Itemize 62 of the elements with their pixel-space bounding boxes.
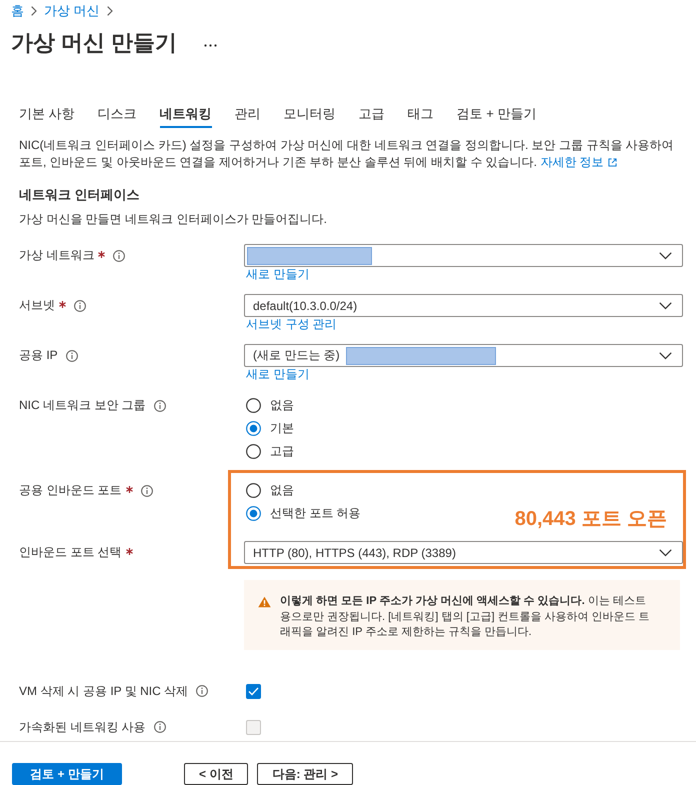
breadcrumb-link[interactable]: 가상 머신 <box>44 3 100 19</box>
intro-text: NIC(네트워크 인터페이스 카드) 설정을 구성하여 가상 머신에 대한 네트워크 연결을 정의합니다. 보안 그룹 규칙을 사용하여 포트, 인바운드 및 아웃바운드 연결을 제어하거나 기존 부하 분산 솔루션 뒤에 배치할 수 있습니다. 자세한 정보 <box>19 137 675 171</box>
radio-icon[interactable] <box>246 506 261 521</box>
info-icon[interactable] <box>196 685 208 697</box>
info-icon[interactable] <box>154 400 166 412</box>
radio-option[interactable]: 선택한 포트 허용 <box>246 502 361 525</box>
checkmark-icon <box>248 686 259 696</box>
field-label: 인바운드 포트 선택 <box>19 544 122 561</box>
info-icon[interactable] <box>74 300 86 312</box>
radio-icon[interactable] <box>246 398 261 413</box>
tab[interactable]: 기본 사항 <box>19 105 75 128</box>
radio-icon[interactable] <box>246 421 261 436</box>
radio-option[interactable]: 기본 <box>246 417 294 440</box>
external-link-icon <box>608 158 617 167</box>
tab[interactable]: 모니터링 <box>284 105 336 128</box>
footer-button[interactable]: < 이전 <box>184 763 248 785</box>
field-link[interactable]: 서브넷 구성 관리 <box>246 317 337 332</box>
field-link[interactable]: 새로 만들기 <box>246 367 310 382</box>
tab[interactable]: 관리 <box>234 105 261 128</box>
field-label: NIC 네트워크 보안 그룹 <box>19 397 146 414</box>
tab[interactable]: 태그 <box>408 105 434 128</box>
radio-icon[interactable] <box>246 483 261 498</box>
radio-option[interactable]: 고급 <box>246 440 294 463</box>
tab[interactable]: 네트워킹 <box>160 105 212 128</box>
radio-option[interactable]: 없음 <box>246 479 294 502</box>
radio-icon[interactable] <box>246 444 261 459</box>
chevron-right-icon <box>31 6 37 16</box>
info-icon[interactable] <box>66 350 78 362</box>
field-label: 공용 인바운드 포트 <box>19 482 122 499</box>
chevron-down-icon <box>659 302 672 310</box>
footer-button[interactable]: 검토 + 만들기 <box>12 763 122 785</box>
dropdown[interactable]: (새로 만드는 중) <box>244 344 683 367</box>
learn-more-link[interactable]: 자세한 정보 <box>540 155 617 169</box>
field-label: 가상 네트워크 <box>19 247 94 264</box>
chevron-down-icon <box>659 548 672 556</box>
more-icon[interactable] <box>204 44 218 46</box>
chevron-right-icon <box>106 6 113 16</box>
info-icon[interactable] <box>113 250 126 262</box>
field-label: 가속화된 네트워킹 사용 <box>19 718 146 736</box>
breadcrumb-link[interactable]: 홈 <box>11 3 24 19</box>
dropdown[interactable] <box>244 244 683 267</box>
section-description: 가상 머신을 만들면 네트워크 인터페이스가 만들어집니다. <box>19 211 328 228</box>
footer-button[interactable]: 다음: 관리 > <box>257 763 354 785</box>
radio-option[interactable]: 없음 <box>246 394 294 417</box>
warning-text: 이렇게 하면 모든 IP 주소가 가상 머신에 액세스할 수 있습니다. 이는 테스트용으로만 권장됩니다. [네트워킹] 탭의 [고급] 컨트롤을 사용하여 인바운드 트래픽을 알려진 IP 주소로 제한하는 규칙을 만듭니다. <box>280 594 651 640</box>
chevron-down-icon <box>659 252 672 260</box>
tab[interactable]: 검토 + 만들기 <box>456 105 536 128</box>
dropdown[interactable]: HTTP (80), HTTPS (443), RDP (3389) <box>244 541 683 564</box>
section-heading: 네트워크 인터페이스 <box>19 186 141 204</box>
annotation-text: 80,443 포트 오픈 <box>514 507 667 532</box>
checkbox[interactable] <box>246 684 261 698</box>
dropdown[interactable]: default(10.3.0.0/24) <box>244 294 683 317</box>
warning-icon <box>258 596 271 608</box>
chevron-down-icon <box>659 352 672 360</box>
info-icon[interactable] <box>140 484 153 496</box>
page-title: 가상 머신 만들기 <box>11 29 178 57</box>
field-label: VM 삭제 시 공용 IP 및 NIC 삭제 <box>19 682 188 700</box>
field-label: 공용 IP <box>19 347 58 364</box>
field-label: 서브넷 <box>19 297 55 314</box>
tab[interactable]: 고급 <box>358 105 385 128</box>
field-link[interactable]: 새로 만들기 <box>246 267 310 282</box>
tab[interactable]: 디스크 <box>98 105 137 128</box>
